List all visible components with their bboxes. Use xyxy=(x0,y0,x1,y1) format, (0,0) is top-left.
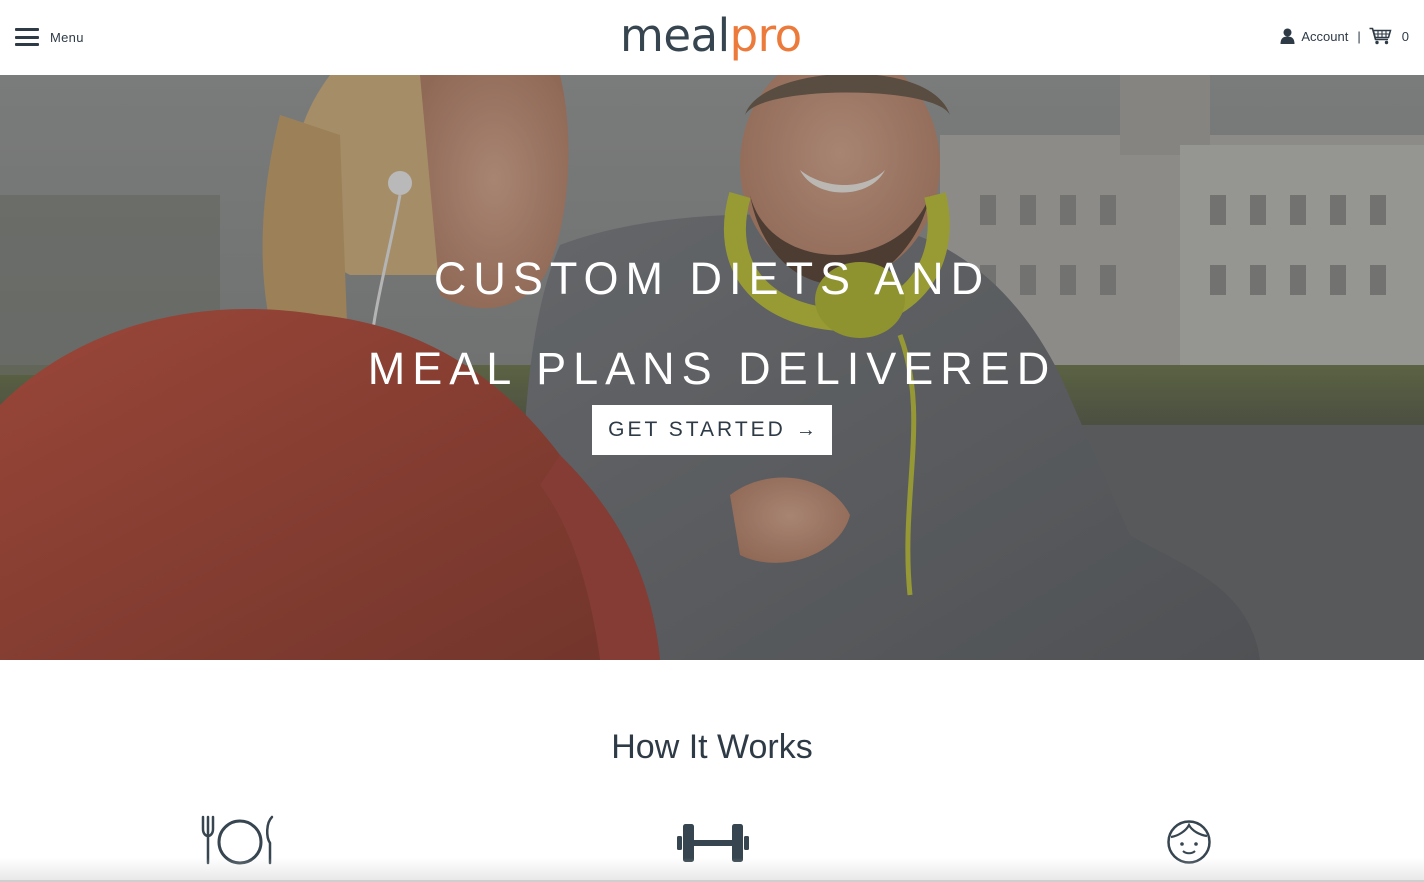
account-label: Account xyxy=(1301,28,1349,44)
logo-text-meal: meal xyxy=(620,9,730,62)
user-icon xyxy=(1280,28,1295,44)
shopping-cart-icon xyxy=(1369,27,1392,45)
get-started-button[interactable]: GET STARTED → xyxy=(592,405,832,455)
viewport-bottom-shadow xyxy=(0,858,1424,882)
hero-title-line-1: CUSTOM DIETS AND xyxy=(433,253,991,304)
menu-label: Menu xyxy=(50,29,84,45)
site-logo[interactable]: mealpro xyxy=(620,8,802,64)
menu-button[interactable]: Menu xyxy=(15,26,84,48)
header-right-nav: Account | 0 xyxy=(1280,27,1409,45)
arrow-right-icon: → xyxy=(795,418,816,441)
logo-text-pro: pro xyxy=(729,9,803,62)
cart-count: 0 xyxy=(1401,28,1409,44)
how-it-works-heading: How It Works xyxy=(611,728,813,766)
cart-link[interactable]: 0 xyxy=(1369,27,1409,45)
site-header: Menu mealpro Account | 0 xyxy=(0,0,1424,75)
get-started-label: GET STARTED xyxy=(608,418,786,441)
hamburger-icon xyxy=(15,28,39,46)
hero-banner: CUSTOM DIETS AND MEAL PLANS DELIVERED GE… xyxy=(0,75,1424,660)
account-link[interactable]: Account xyxy=(1280,28,1348,44)
hero-title-line-2: MEAL PLANS DELIVERED xyxy=(367,343,1057,394)
nav-separator: | xyxy=(1357,28,1361,44)
